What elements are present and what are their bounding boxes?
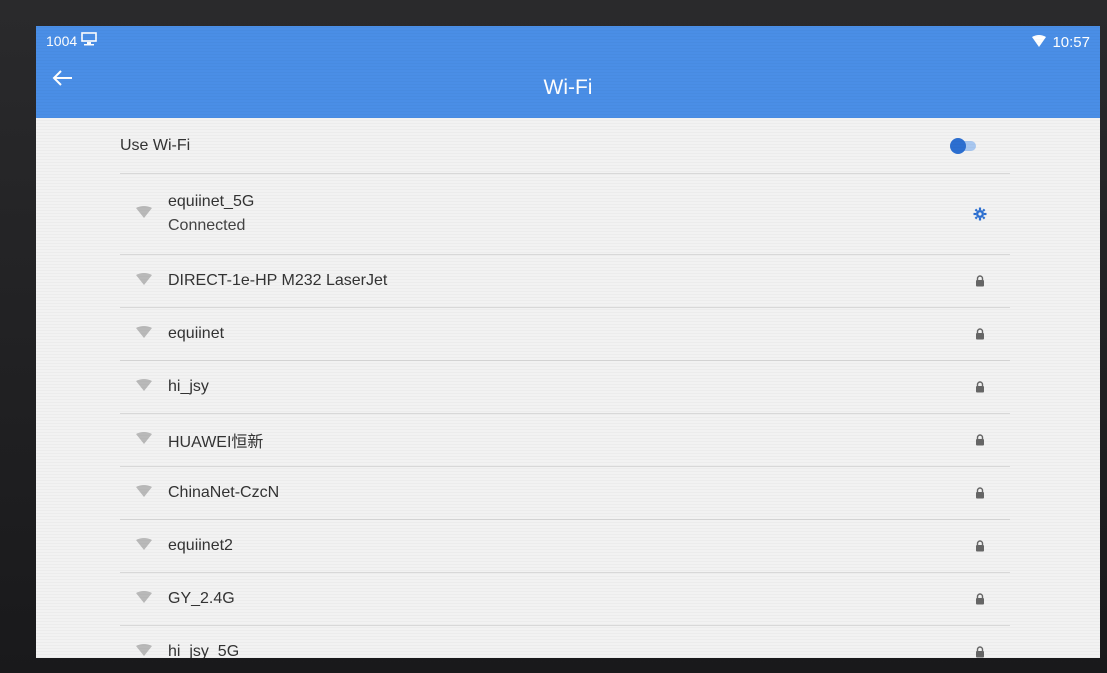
status-left-text: 1004 xyxy=(46,32,78,49)
network-name: equiinet xyxy=(168,325,225,342)
network-name: DIRECT-1e-HP M232 LaserJet xyxy=(168,272,388,289)
wifi-settings: Use Wi-Fi equiinet_5G Connected DIRECT-1… xyxy=(36,118,1100,658)
network-name: GY_2.4G xyxy=(168,590,235,607)
use-wifi-row[interactable]: Use Wi-Fi xyxy=(120,118,1010,174)
app-bar: 1004 10:57 Wi-Fi xyxy=(36,26,1100,118)
wifi-signal-icon xyxy=(136,484,152,502)
lock-icon xyxy=(975,593,985,605)
lock-icon xyxy=(975,434,985,446)
wifi-signal-icon xyxy=(136,431,152,449)
wifi-signal-icon xyxy=(136,205,152,223)
network-status: Connected xyxy=(168,217,246,234)
wifi-signal-icon xyxy=(136,378,152,396)
network-item[interactable]: HUAWEI恒新 xyxy=(120,414,1010,467)
network-name: ChinaNet-CzcN xyxy=(168,484,280,501)
network-item[interactable]: hi_jsy xyxy=(120,361,1010,414)
network-item[interactable]: equiinet xyxy=(120,308,1010,361)
wifi-signal-icon xyxy=(136,537,152,555)
wifi-signal-icon xyxy=(136,325,152,343)
lock-icon xyxy=(975,540,985,552)
page-title: Wi-Fi xyxy=(543,76,593,99)
wifi-signal-icon xyxy=(136,643,152,658)
lock-icon xyxy=(975,275,985,287)
network-item[interactable]: hi_jsy_5G xyxy=(120,626,1010,658)
lock-icon xyxy=(975,646,985,658)
use-wifi-switch[interactable] xyxy=(950,137,980,154)
switch-thumb xyxy=(950,137,966,154)
network-name: equiinet2 xyxy=(168,537,233,554)
clock: 10:57 xyxy=(1052,34,1090,51)
status-left: 1004 xyxy=(46,32,97,49)
network-item[interactable]: DIRECT-1e-HP M232 LaserJet xyxy=(120,255,1010,308)
network-name: HUAWEI恒新 xyxy=(168,434,264,451)
network-item[interactable]: equiinet2 xyxy=(120,520,1010,573)
monitor-icon xyxy=(81,32,97,49)
network-name: hi_jsy_5G xyxy=(168,643,240,658)
gear-icon[interactable] xyxy=(973,207,987,221)
network-name: hi_jsy xyxy=(168,378,209,395)
wifi-signal-icon xyxy=(136,272,152,290)
network-item[interactable]: ChinaNet-CzcN xyxy=(120,467,1010,520)
network-list: equiinet_5G Connected DIRECT-1e-HP M232 … xyxy=(120,174,1010,658)
wifi-signal-icon xyxy=(136,590,152,608)
network-item[interactable]: GY_2.4G xyxy=(120,573,1010,626)
lock-icon xyxy=(975,381,985,393)
network-name: equiinet_5G xyxy=(168,193,255,210)
screen: 1004 10:57 Wi-Fi Use Wi-Fi equiinet_5G C… xyxy=(36,26,1100,658)
use-wifi-label: Use Wi-Fi xyxy=(120,136,191,154)
lock-icon xyxy=(975,487,985,499)
status-right: 10:57 xyxy=(1032,34,1090,51)
lock-icon xyxy=(975,328,985,340)
wifi-signal-icon xyxy=(1032,34,1047,51)
network-item[interactable]: equiinet_5G Connected xyxy=(120,174,1010,255)
